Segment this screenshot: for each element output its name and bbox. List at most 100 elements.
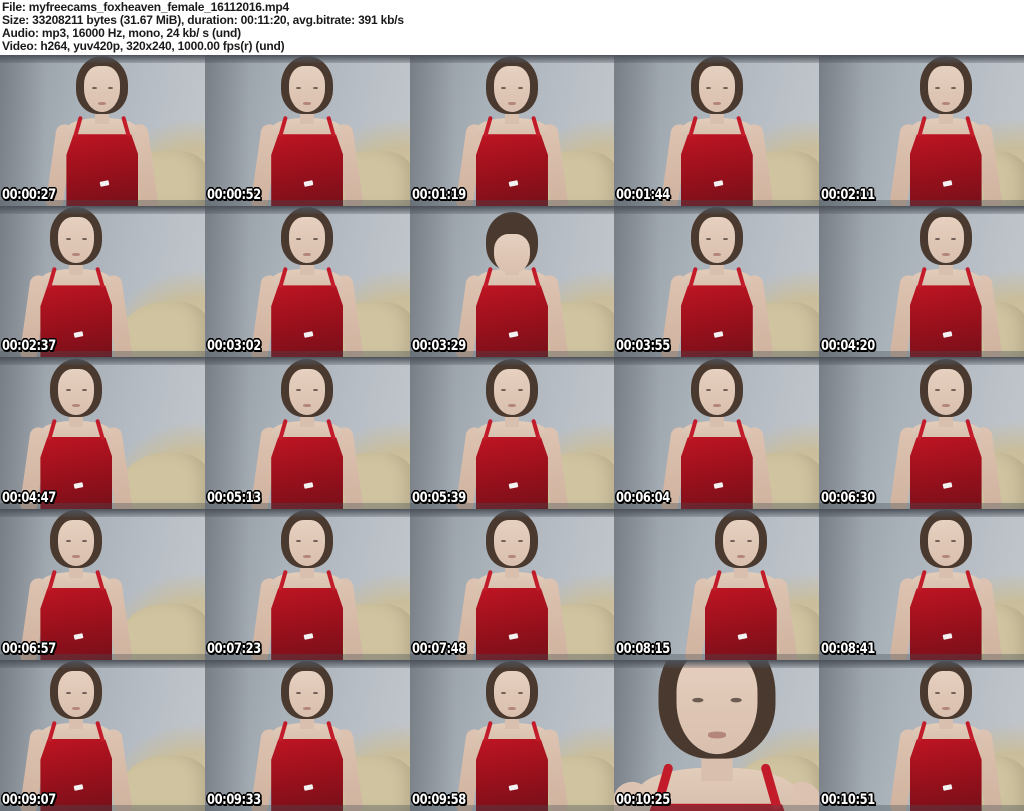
eye-right (313, 389, 318, 392)
person-figure (1, 509, 151, 660)
timestamp-overlay: 00:06:04 (616, 489, 671, 506)
top-tag (508, 784, 519, 792)
face (927, 66, 964, 113)
frame-top-band (204, 357, 410, 366)
red-top (475, 436, 548, 509)
timestamp-overlay: 00:01:19 (411, 187, 466, 204)
mouth (712, 101, 721, 105)
frame-top-band (204, 659, 410, 668)
person-figure (437, 56, 587, 207)
eye-right (313, 238, 318, 241)
head (714, 509, 767, 568)
mouth (303, 404, 312, 408)
red-top (271, 285, 344, 358)
eye-left (296, 389, 302, 392)
timestamp-overlay: 00:05:39 (411, 489, 466, 506)
mouth (72, 555, 81, 559)
head (919, 207, 972, 266)
person-figure (437, 209, 587, 358)
eye-left (705, 86, 711, 89)
mouth (941, 706, 950, 710)
frame-top-band (0, 55, 205, 63)
eye-right (313, 86, 318, 89)
top-tag (942, 784, 953, 792)
mouth (941, 404, 950, 408)
timestamp-overlay: 00:08:41 (821, 640, 876, 657)
head (50, 358, 103, 417)
red-top (271, 134, 344, 207)
red-top (680, 285, 753, 358)
timestamp-overlay: 00:06:57 (2, 640, 56, 657)
video-thumbnail: 00:05:13 (204, 357, 410, 509)
eye-right (746, 540, 752, 543)
video-thumbnail: 00:03:29 (409, 206, 615, 358)
video-thumbnail: 00:09:58 (409, 659, 615, 811)
mouth (736, 555, 745, 559)
eye-right (313, 691, 318, 694)
eye-right (951, 691, 957, 694)
eye-left (501, 86, 507, 89)
top-tag (508, 482, 519, 489)
head (281, 207, 334, 266)
eye-right (517, 540, 523, 543)
person-figure (1, 660, 151, 811)
top-tag (508, 330, 519, 338)
eye-right (729, 697, 742, 702)
head (485, 660, 538, 719)
head (485, 358, 538, 417)
person-figure (232, 509, 382, 660)
frame-top-band (204, 206, 410, 215)
red-top (475, 134, 548, 207)
frame-top-band (614, 659, 820, 668)
mouth (303, 706, 312, 710)
face (927, 217, 964, 264)
top-tag (73, 784, 83, 792)
top-tag (942, 633, 953, 641)
video-thumbnail: 00:02:11 (819, 55, 1024, 207)
eye-right (951, 389, 957, 392)
timestamp-overlay: 00:04:47 (2, 489, 56, 506)
red-top (909, 134, 982, 207)
mouth (941, 253, 950, 257)
face (289, 66, 326, 113)
head (919, 358, 972, 417)
eye-left (692, 697, 704, 702)
face (927, 670, 964, 717)
timestamp-overlay: 00:10:25 (616, 791, 671, 808)
video-thumbnail: 00:00:27 (0, 55, 205, 207)
timestamp-overlay: 00:07:48 (411, 640, 466, 657)
video-thumbnail: 00:04:20 (819, 206, 1024, 358)
eye-left (501, 389, 507, 392)
mouth (303, 101, 312, 105)
top-tag (713, 179, 724, 187)
face (698, 368, 735, 415)
eye-left (296, 86, 302, 89)
top-tag (303, 633, 314, 641)
face (698, 217, 735, 264)
frame-top-band (0, 508, 205, 517)
meta-line-video: Video: h264, yuv420p, 320x240, 1000.00 f… (2, 39, 285, 53)
face (289, 519, 326, 566)
frame-top-band (204, 508, 410, 517)
head (485, 212, 538, 275)
head (50, 660, 103, 719)
frame-top-band (819, 206, 1024, 215)
red-top (704, 587, 777, 660)
face (58, 519, 95, 566)
head (76, 56, 129, 115)
timestamp-overlay: 00:02:37 (2, 338, 56, 355)
frame-top-band (409, 206, 615, 215)
timestamp-overlay: 00:08:15 (616, 640, 671, 657)
face (927, 519, 964, 566)
face (289, 217, 326, 264)
red-top (66, 134, 139, 207)
timestamp-overlay: 00:09:33 (206, 791, 261, 808)
eye-left (934, 86, 940, 89)
head (919, 660, 972, 719)
mouth (72, 706, 81, 710)
red-top (475, 738, 548, 811)
head (690, 56, 743, 115)
head (485, 509, 538, 568)
timestamp-overlay: 00:09:07 (2, 791, 56, 808)
eye-left (65, 691, 71, 694)
